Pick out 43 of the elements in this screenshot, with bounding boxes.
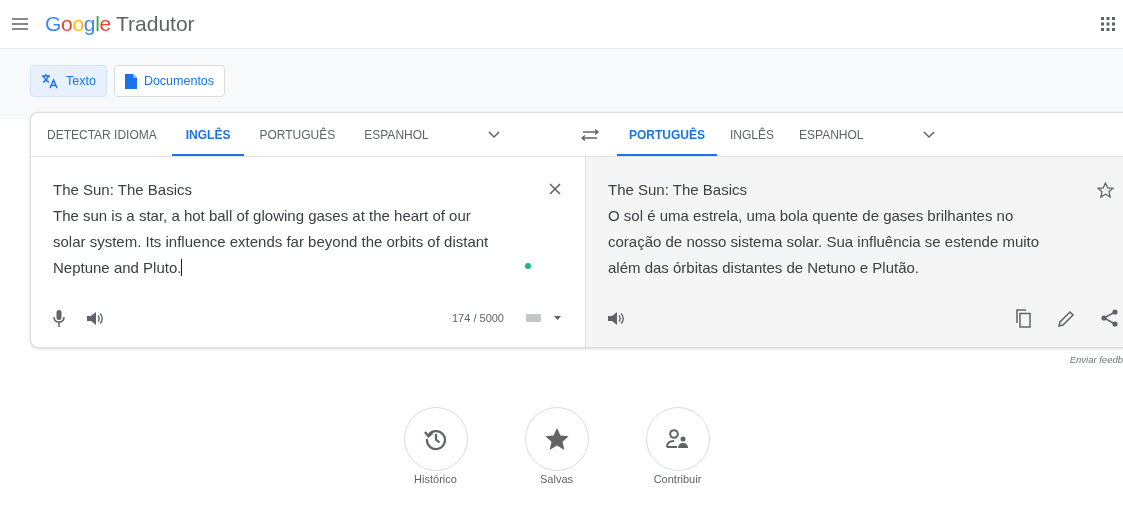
speaker-icon[interactable] (608, 310, 625, 326)
copy-icon[interactable] (1015, 308, 1032, 328)
translation-text-line: The Sun: The Basics (608, 180, 748, 200)
source-text-line: Neptune and Pluto. (53, 258, 184, 278)
mode-button[interactable]: Texto (30, 65, 107, 97)
language-tab[interactable]: DETECTAR IDIOMA (33, 113, 171, 156)
microphone-icon[interactable] (53, 309, 65, 327)
document-icon (124, 73, 137, 89)
star-icon (544, 427, 569, 451)
shortcut-label: Salvas (540, 473, 573, 485)
people-icon (665, 429, 690, 449)
language-tab[interactable]: PORTUGUÊS (245, 113, 350, 156)
language-tab[interactable]: ESPANHOL (350, 113, 443, 156)
translation-text-line: coração de nosso sistema solar. Sua influência se estende muito (608, 232, 1041, 252)
language-tab[interactable]: INGLÊS (171, 113, 245, 156)
chevron-down-icon[interactable] (922, 130, 935, 139)
menu-icon[interactable] (12, 18, 28, 30)
source-text-line: The Sun: The Basics (53, 180, 193, 200)
logo: Google (45, 12, 111, 36)
translation-text-line: além das órbitas distantes de Netuno e Plutão. (608, 258, 921, 278)
translate-icon (41, 73, 59, 89)
source-text-line: The sun is a star, a hot ball of glowing gases at the heart of our (53, 206, 472, 226)
feedback-link[interactable]: Enviar feedb (1069, 353, 1123, 365)
speaker-icon[interactable] (87, 310, 104, 326)
apps-grid-icon[interactable] (1101, 17, 1115, 31)
caret-icon[interactable] (554, 316, 561, 320)
shortcut-label: Contribuir (653, 473, 702, 485)
share-icon[interactable] (1101, 309, 1118, 327)
swap-icon[interactable] (581, 128, 599, 141)
pencil-icon[interactable] (1058, 309, 1075, 327)
mode-button[interactable]: Documentos (113, 65, 226, 97)
character-count: 174 / 5000 (452, 312, 504, 324)
chevron-down-icon[interactable] (487, 130, 500, 139)
shortcut-label: Histórico (414, 473, 457, 485)
star-outline-icon[interactable] (1097, 182, 1114, 198)
language-tab[interactable]: ESPANHOL (787, 113, 876, 156)
indicator-dot (525, 263, 531, 269)
source-text-line: solar system. Its influence extends far beyond the orbits of distant (53, 232, 490, 252)
history-icon (423, 427, 448, 451)
translation-text-line: O sol é uma estrela, uma bola quente de gases brilhantes no (608, 206, 1015, 226)
app-title: Tradutor (116, 12, 195, 36)
language-tab[interactable]: INGLÊS (718, 113, 787, 156)
close-icon[interactable] (549, 183, 561, 195)
